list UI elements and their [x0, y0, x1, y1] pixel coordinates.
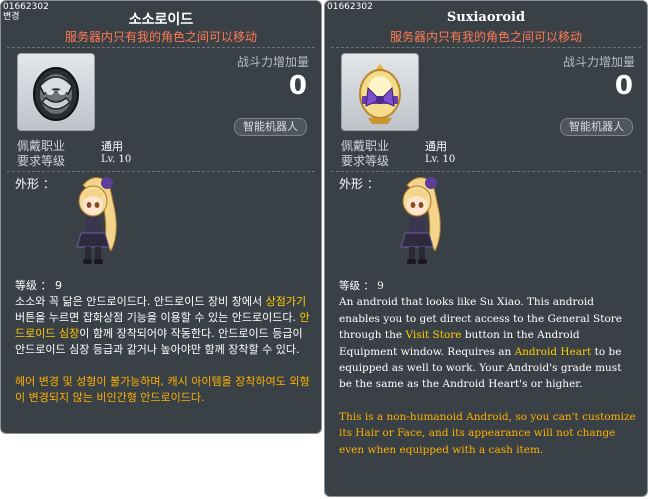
req-level-label: 要求等级: [17, 154, 66, 168]
divider: [7, 47, 315, 48]
category-badge: 智能机器人: [234, 118, 307, 136]
golden-egg-purple-bow-icon: [359, 64, 401, 124]
visit-store-highlight: Visit Store: [405, 329, 462, 342]
blonde-android-girl-sprite: [76, 177, 117, 264]
non-humanoid-note: This is a non-humanoid Android, so you c…: [339, 410, 636, 456]
item-name: Suxiaoroid: [446, 10, 526, 25]
power-increase-value: 0: [614, 71, 633, 101]
description-text: 소소와 꼭 닮은 안드로이드다. 안드로이드 장비 창에서 상점가기 버튼을 누…: [15, 294, 311, 358]
category-badge: 智能机器人: [560, 118, 633, 136]
grade-label: 等级 ： 9: [15, 279, 62, 292]
power-increase-label: 战斗力增加量: [236, 55, 309, 69]
item-tooltip-korean: 01662302 변경 소소로이드 服务器内只有我的角色之间可以移动 战斗力增加…: [0, 0, 322, 434]
blonde-android-girl-sprite: [400, 177, 441, 264]
grade-label: 等级 ： 9: [339, 280, 384, 292]
power-increase-label: 战斗力增加量: [562, 55, 635, 69]
appearance-label: 外形 ：: [339, 177, 379, 191]
appearance-label: 外形 ：: [15, 177, 55, 191]
req-job-value: 通用: [425, 140, 447, 153]
item-description: 等级 ： 9 소소와 꼭 닮은 안드로이드다. 안드로이드 장비 창에서 상점가…: [15, 278, 311, 406]
non-humanoid-note: 헤어 변경 및 성형이 불가능하며, 캐시 아이템을 장착하여도 외형이 변경되…: [15, 375, 310, 404]
divider: [331, 171, 641, 172]
description-part: 소소와 꼭 닮은 안드로이드다. 안드로이드 장비 창에서: [15, 295, 266, 308]
divider: [7, 171, 315, 172]
req-level-value: Lv. 10: [425, 154, 456, 165]
item-icon-frame: [341, 53, 419, 131]
divider: [331, 47, 641, 48]
power-increase-value: 0: [288, 71, 307, 101]
dark-armored-egg-icon: [33, 67, 79, 121]
req-job-value: 通用: [101, 140, 123, 153]
trade-restriction: 服务器内只有我的角色之间可以移动: [64, 30, 257, 44]
item-name: 소소로이드: [128, 12, 194, 28]
item-description: 等级 ： 9 An android that looks like Su Xia…: [339, 278, 637, 458]
item-icon-frame: [17, 53, 95, 131]
trade-restriction: 服务器内只有我的角色之间可以移动: [389, 30, 582, 44]
android-heart-highlight: Android Heart: [514, 345, 592, 358]
item-tooltip-english: 01662302 Suxiaoroid 服务器内只有我的角色之间可以移动 战斗力…: [324, 0, 648, 497]
description-part: 버튼을 누르면 잡화상점 기능을 이용할 수 있는 안드로이드다.: [15, 311, 300, 324]
description-text: An android that looks like Su Xiao. This…: [339, 294, 637, 392]
visit-store-highlight: 상점가기: [265, 295, 307, 308]
req-level-label: 要求等级: [341, 154, 390, 168]
req-level-value: Lv. 10: [101, 154, 132, 165]
